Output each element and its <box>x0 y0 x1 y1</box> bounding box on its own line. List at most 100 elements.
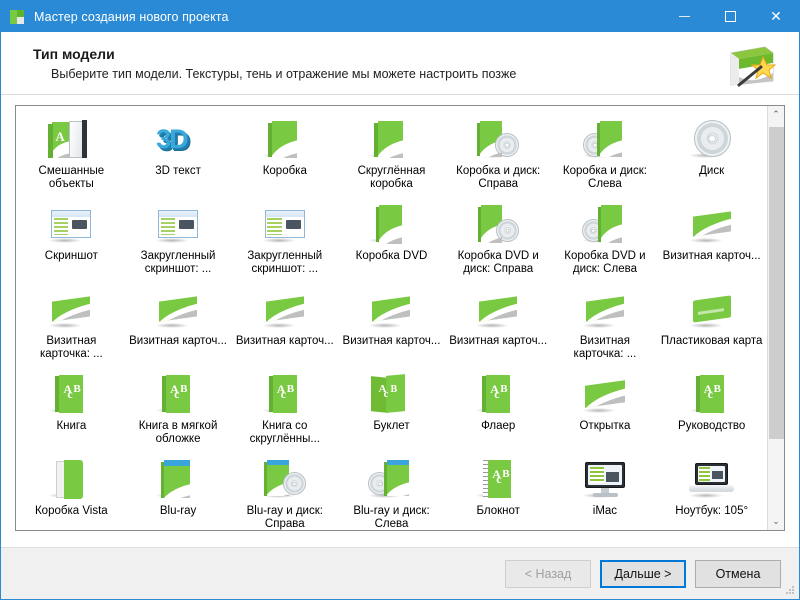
gallery-item[interactable]: Закругленный скриншот: ... <box>231 197 338 282</box>
gallery-item[interactable]: AcBБуклет <box>338 367 445 452</box>
gallery-item-label: iMac <box>552 505 659 518</box>
laptop-icon <box>685 456 739 502</box>
gallery-item[interactable]: AcBБлокнот <box>445 452 552 530</box>
gallery-item-label: Флаер <box>445 420 552 433</box>
gallery-item[interactable]: Коробка DVD и диск: Справа <box>445 197 552 282</box>
gallery-item[interactable]: AcB Флаер <box>445 367 552 452</box>
gallery-viewport: AСмешанные объекты3D3D текстКоробкаСкруг… <box>16 106 767 530</box>
gallery-item[interactable]: Визитная карточ... <box>125 282 232 367</box>
mixed-icon: A <box>44 116 98 162</box>
gallery-item-label: Blu-ray и диск: Слева <box>338 505 445 530</box>
gallery-item[interactable]: Коробка DVD <box>338 197 445 282</box>
gallery-item[interactable]: Диск <box>658 112 765 197</box>
book-icon: AcB <box>151 371 205 417</box>
gallery-item-label: Закругленный скриншот: ... <box>231 250 338 276</box>
book-icon: AcB <box>258 371 312 417</box>
scrollbar-track[interactable] <box>768 123 785 513</box>
screenshot-icon <box>44 201 98 247</box>
gallery-item[interactable]: 3D3D текст <box>125 112 232 197</box>
notepad-icon: AcB <box>471 456 525 502</box>
page-body: AСмешанные объекты3D3D текстКоробкаСкруг… <box>1 95 799 547</box>
box-disc-left-icon <box>578 116 632 162</box>
close-button[interactable]: ✕ <box>753 1 799 32</box>
gallery-item-label: Открытка <box>552 420 659 433</box>
gallery-item-label: Blu-ray <box>125 505 232 518</box>
gallery-item[interactable]: Коробка DVD и диск: Слева <box>552 197 659 282</box>
minimize-button[interactable] <box>661 1 707 32</box>
gallery-item[interactable]: iMac <box>552 452 659 530</box>
next-button[interactable]: Дальше > <box>600 560 686 588</box>
gallery-item-label: Коробка и диск: Справа <box>445 165 552 191</box>
page-title: Тип модели <box>33 46 516 62</box>
booklet-icon: AcB <box>364 371 418 417</box>
box-icon <box>258 116 312 162</box>
gallery-item[interactable]: Пластиковая карта <box>658 282 765 367</box>
gallery-item-label: Ноутбук: 105° <box>658 505 765 518</box>
card-icon <box>44 286 98 332</box>
book-icon: AcB <box>471 371 525 417</box>
gallery-item[interactable]: Blu-ray и диск: Справа <box>231 452 338 530</box>
gallery-item[interactable]: Коробка и диск: Слева <box>552 112 659 197</box>
model-type-listbox[interactable]: AСмешанные объекты3D3D текстКоробкаСкруг… <box>15 105 785 531</box>
gallery-item-label: Визитная карточка: ... <box>552 335 659 361</box>
gallery-item-label: Закругленный скриншот: ... <box>125 250 232 276</box>
resize-grip[interactable] <box>785 586 795 596</box>
gallery-item-label: Книга <box>18 420 125 433</box>
gallery-item-label: Коробка <box>231 165 338 178</box>
gallery-item[interactable]: Blu-ray и диск: Слева <box>338 452 445 530</box>
gallery-item[interactable]: Коробка <box>231 112 338 197</box>
gallery-item-label: Книга со скруглённы... <box>231 420 338 446</box>
gallery-item-label: Визитная карточ... <box>658 250 765 263</box>
maximize-icon <box>725 11 736 22</box>
gallery-item[interactable]: AСмешанные объекты <box>18 112 125 197</box>
gallery-item-label: Коробка DVD и диск: Справа <box>445 250 552 276</box>
gallery-item-label: Визитная карточка: ... <box>18 335 125 361</box>
box-disc-right-icon <box>471 116 525 162</box>
maximize-button[interactable] <box>707 1 753 32</box>
screenshot-icon <box>258 201 312 247</box>
vertical-scrollbar[interactable]: ⌃ ⌄ <box>767 106 784 530</box>
scroll-down-button[interactable]: ⌄ <box>768 513 785 530</box>
dvd-disc-left-icon <box>578 201 632 247</box>
gallery-item-label: 3D текст <box>125 165 232 178</box>
gallery-item[interactable]: Визитная карточ... <box>338 282 445 367</box>
gallery-item-label: Коробка DVD и диск: Слева <box>552 250 659 276</box>
bluray-disc-left-icon <box>364 456 418 502</box>
gallery-item[interactable]: AcBКнига <box>18 367 125 452</box>
gallery-item[interactable]: Скруглённая коробка <box>338 112 445 197</box>
gallery-item-label: Визитная карточ... <box>338 335 445 348</box>
gallery-item[interactable]: Визитная карточка: ... <box>18 282 125 367</box>
card-icon <box>364 286 418 332</box>
gallery-item[interactable]: Закругленный скриншот: ... <box>125 197 232 282</box>
gallery-item-label: Визитная карточ... <box>125 335 232 348</box>
page-subtitle: Выберите тип модели. Текстуры, тень и от… <box>33 67 516 81</box>
gallery-item-label: Пластиковая карта <box>658 335 765 348</box>
gallery-item-label: Руководство <box>658 420 765 433</box>
gallery-item[interactable]: Коробка и диск: Справа <box>445 112 552 197</box>
scroll-up-button[interactable]: ⌃ <box>768 106 785 123</box>
header-text-block: Тип модели Выберите тип модели. Текстуры… <box>1 46 516 81</box>
back-button[interactable]: < Назад <box>505 560 591 588</box>
card-icon <box>578 286 632 332</box>
gallery-item[interactable]: Открытка <box>552 367 659 452</box>
gallery-item[interactable]: Визитная карточ... <box>231 282 338 367</box>
gallery-item-label: Визитная карточ... <box>231 335 338 348</box>
scrollbar-thumb[interactable] <box>769 127 784 439</box>
gallery-item[interactable]: Blu-ray <box>125 452 232 530</box>
gallery-item-label: Коробка и диск: Слева <box>552 165 659 191</box>
gallery-item[interactable]: AcBКнига в мягкой обложке <box>125 367 232 452</box>
gallery-item-label: Визитная карточ... <box>445 335 552 348</box>
gallery-item[interactable]: Ноутбук: 105° <box>658 452 765 530</box>
gallery-item[interactable]: Визитная карточ... <box>658 197 765 282</box>
gallery-item[interactable]: Визитная карточ... <box>445 282 552 367</box>
wizard-window: Мастер создания нового проекта ✕ Тип мод… <box>0 0 800 600</box>
cancel-button[interactable]: Отмена <box>695 560 781 588</box>
gallery-item[interactable]: AcBРуководство <box>658 367 765 452</box>
gallery-item[interactable]: AcB Книга со скруглённы... <box>231 367 338 452</box>
vista-icon <box>44 456 98 502</box>
gallery-item[interactable]: Скриншот <box>18 197 125 282</box>
gallery-item[interactable]: Визитная карточка: ... <box>552 282 659 367</box>
title-bar: Мастер создания нового проекта ✕ <box>1 1 799 32</box>
card-icon <box>151 286 205 332</box>
gallery-item[interactable]: Коробка Vista <box>18 452 125 530</box>
